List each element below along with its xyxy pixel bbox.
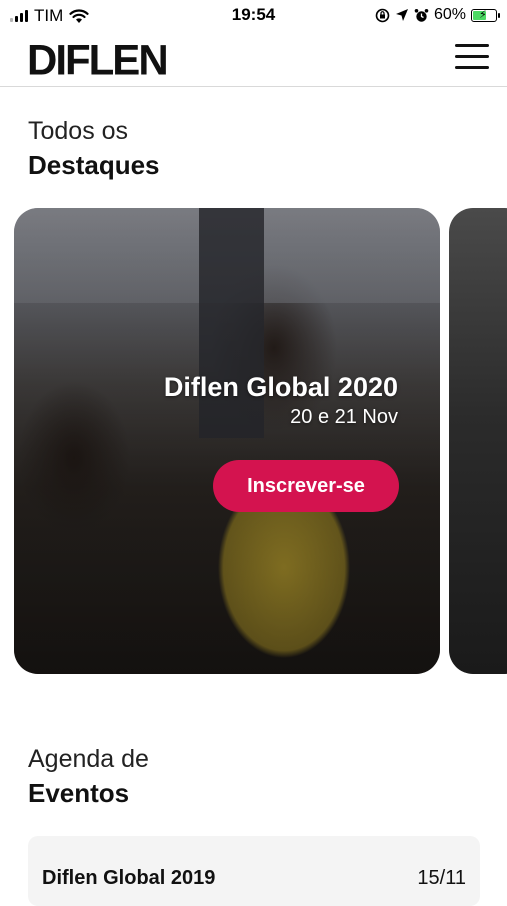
- next-highlight-card[interactable]: [449, 208, 507, 674]
- card-event-date: 20 e 21 Nov: [290, 406, 398, 428]
- battery-percent: 60%: [433, 6, 466, 23]
- diflen-logo[interactable]: DIFLEN: [27, 36, 169, 85]
- highlights-heading: Todos os Destaques: [28, 114, 160, 182]
- card-photo-overlay: [14, 208, 440, 674]
- charging-bolt-icon: ⚡: [479, 8, 487, 21]
- card-event-title: Diflen Global 2020: [163, 372, 398, 402]
- location-arrow-icon: [395, 9, 408, 21]
- event-date: 15/11: [417, 867, 466, 889]
- events-heading-light: Agenda de: [28, 745, 149, 773]
- highlights-carousel[interactable]: Diflen Global 2020 20 e 21 Nov Inscrever…: [0, 208, 507, 676]
- highlights-heading-bold: Destaques: [28, 150, 160, 180]
- event-list-item[interactable]: Diflen Global 2019 15/11: [28, 836, 480, 906]
- alarm-clock-icon: [414, 8, 429, 22]
- events-heading: Agenda de Eventos: [28, 742, 149, 810]
- battery-icon: ⚡: [471, 8, 500, 22]
- highlights-heading-light: Todos os: [28, 117, 129, 145]
- register-button[interactable]: Inscrever-se: [213, 460, 399, 512]
- status-bar-right: 60% ⚡: [375, 6, 500, 24]
- hamburger-menu-icon[interactable]: [455, 44, 489, 70]
- events-heading-bold: Eventos: [28, 778, 130, 808]
- app-header: DIFLEN: [0, 32, 507, 87]
- status-bar: TIM 19:54 60% ⚡: [0, 0, 507, 32]
- event-name: Diflen Global 2019: [42, 867, 216, 889]
- highlight-card[interactable]: Diflen Global 2020 20 e 21 Nov Inscrever…: [14, 208, 440, 674]
- screen-lock-icon: [375, 8, 390, 22]
